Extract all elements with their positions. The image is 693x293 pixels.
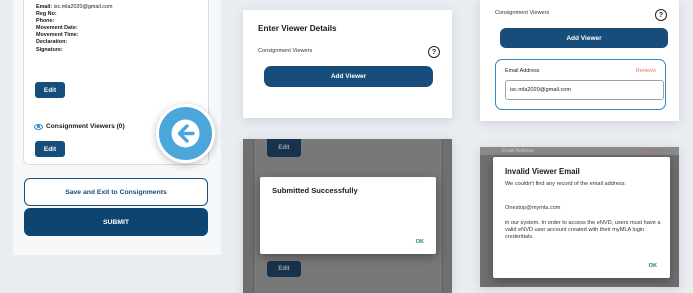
panel-title: Enter Viewer Details bbox=[258, 24, 337, 33]
email-field[interactable]: isc.mla2020@gmail.com bbox=[505, 80, 664, 100]
consignment-viewers-header: Consignment Viewers (0) bbox=[34, 123, 125, 130]
edit-viewers-button[interactable]: Edit bbox=[35, 141, 65, 157]
enter-viewer-details-panel: Enter Viewer Details Consignment Viewers… bbox=[243, 10, 452, 118]
back-arrow-icon[interactable] bbox=[156, 104, 215, 163]
remove-viewer-link[interactable]: Remove bbox=[636, 68, 656, 74]
edit-button-dimmed: Edit bbox=[267, 139, 301, 157]
invalid-email-dialog-screen: Email Address Remove Invalid Viewer Emai… bbox=[480, 147, 679, 287]
detail-reg-no: Reg No: bbox=[36, 11, 57, 18]
add-viewer-button[interactable]: Add Viewer bbox=[500, 28, 668, 48]
viewer-email-panel: Consignment Viewers ? Add Viewer Email A… bbox=[480, 0, 679, 121]
email-address-label: Email Address bbox=[505, 68, 540, 74]
submit-button[interactable]: SUBMIT bbox=[24, 208, 208, 236]
edit-button-dimmed: Edit bbox=[267, 261, 301, 277]
eye-icon bbox=[34, 123, 43, 130]
email-address-label-dimmed: Email Address bbox=[502, 148, 534, 154]
help-icon[interactable]: ? bbox=[428, 46, 440, 58]
consignment-viewers-label: Consignment Viewers bbox=[258, 48, 313, 54]
detail-declaration: Declaration: bbox=[36, 39, 68, 46]
edit-details-button[interactable]: Edit bbox=[35, 82, 65, 98]
add-viewer-button[interactable]: Add Viewer bbox=[264, 66, 433, 87]
ok-button[interactable]: OK bbox=[649, 263, 657, 269]
dialog-title: Submitted Successfully bbox=[272, 186, 358, 195]
dialog-body: in our system. In order to access the eN… bbox=[505, 220, 661, 240]
error-dialog: Invalid Viewer Email We couldn't find an… bbox=[493, 157, 670, 278]
submitted-dialog-screen: Edit Edit Submitted Successfully OK bbox=[243, 139, 452, 293]
dialog-message: We couldn't find any record of the email… bbox=[505, 181, 626, 187]
detail-email: Email: isc.mla2020@gmail.com bbox=[36, 4, 113, 10]
arrow-left-icon bbox=[171, 119, 200, 148]
consignment-viewers-label: Consignment Viewers bbox=[495, 10, 550, 16]
success-dialog: Submitted Successfully OK bbox=[260, 177, 436, 254]
detail-phone: Phone: bbox=[36, 18, 55, 25]
help-icon[interactable]: ? bbox=[655, 9, 667, 21]
save-exit-button[interactable]: Save and Exit to Consignments bbox=[24, 178, 208, 206]
viewer-entry-card: Email Address Remove isc.mla2020@gmail.c… bbox=[495, 59, 666, 110]
detail-signature: Signature: bbox=[36, 46, 63, 53]
remove-link-dimmed: Remove bbox=[644, 148, 663, 154]
ok-button[interactable]: OK bbox=[416, 239, 424, 245]
consignment-viewers-label: Consignment Viewers (0) bbox=[46, 123, 125, 130]
details-list: Email: isc.mla2020@gmail.com Reg No: Pho… bbox=[36, 4, 113, 54]
dialog-title: Invalid Viewer Email bbox=[505, 167, 580, 176]
detail-movement-time: Movement Time: bbox=[36, 32, 79, 39]
detail-movement-date: Movement Date: bbox=[36, 25, 78, 32]
dialog-email: Onestop@mymla.com bbox=[505, 205, 561, 211]
